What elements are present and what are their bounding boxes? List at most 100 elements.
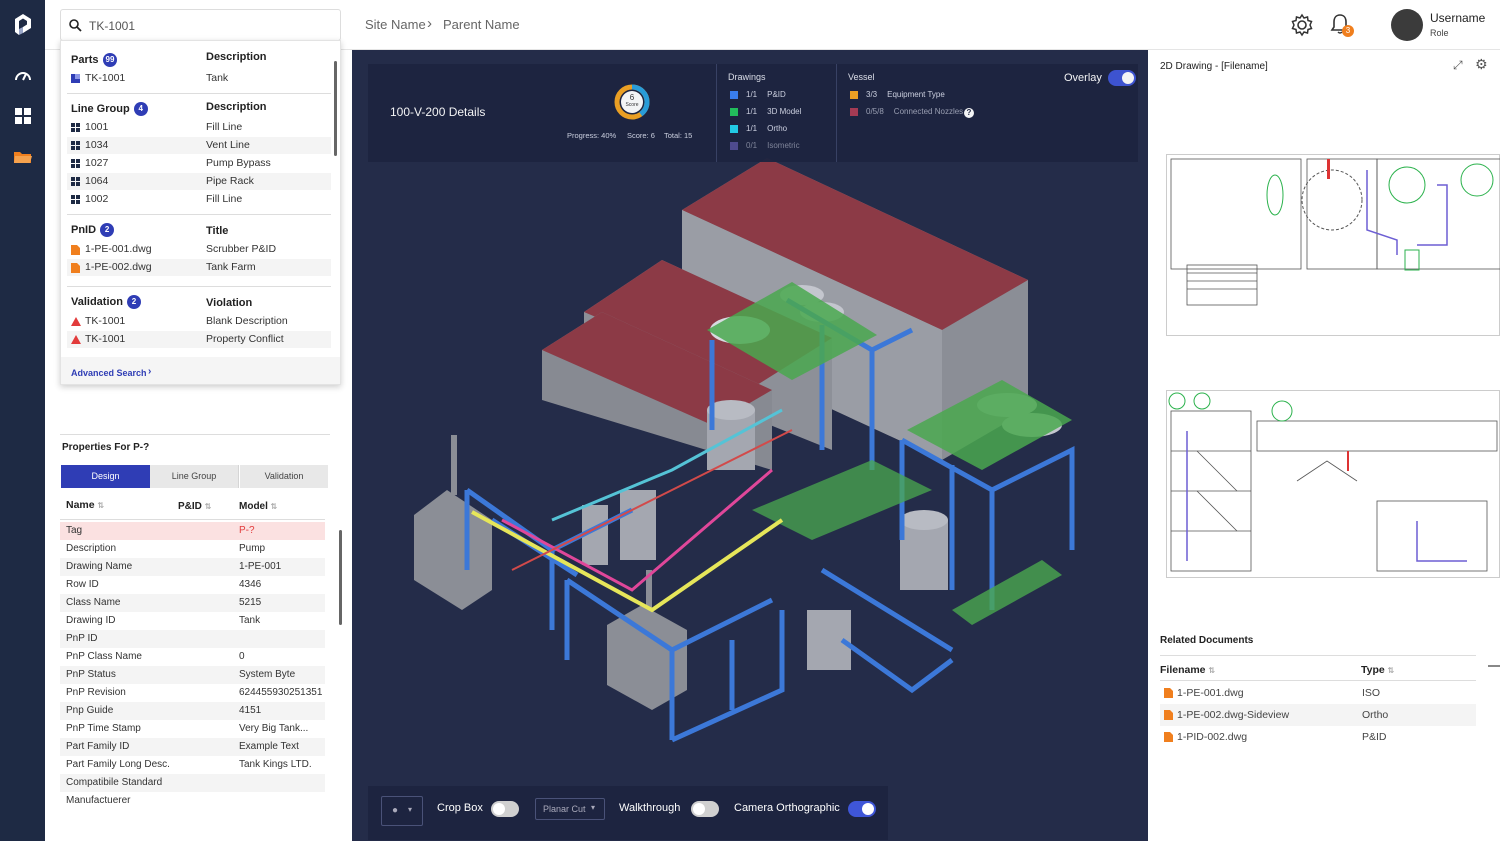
walkthrough-toggle[interactable] [691, 801, 719, 817]
notifications-bell-icon[interactable]: 3 [1330, 13, 1356, 39]
validation-result-row[interactable]: TK-1001 Property Conflict [67, 331, 331, 348]
property-row[interactable]: PnP ID [60, 630, 325, 648]
breadcrumb-chevron-icon: › [427, 15, 432, 32]
column-filename-header[interactable]: Filename ⇅ [1160, 664, 1215, 676]
user-role: Role [1430, 28, 1449, 38]
parts-result-row[interactable]: TK-1001 Tank [67, 70, 331, 87]
line-group-grid-icon [71, 177, 80, 186]
details-divider [716, 64, 717, 162]
line-group-grid-icon [71, 195, 80, 204]
property-row[interactable]: Drawing Name 1-PE-001 [60, 558, 325, 576]
legend-swatch [850, 107, 858, 116]
property-name: Pnp Guide [66, 705, 114, 716]
caret-down-icon: ▾ [408, 805, 413, 814]
property-row[interactable]: PnP Revision 624455930251351 [60, 684, 325, 702]
property-row[interactable]: Row ID 4346 [60, 576, 325, 594]
breadcrumb-parent[interactable]: Parent Name [443, 17, 520, 32]
drawing-thumbnail-1[interactable] [1166, 154, 1500, 336]
related-document-row[interactable]: 1-PID-002.dwg P&ID [1160, 726, 1476, 748]
drawing-legend-row[interactable]: 0/1 Isometric [730, 141, 800, 150]
search-scrollbar[interactable] [334, 61, 337, 156]
property-row[interactable]: PnP Time Stamp Very Big Tank... [60, 720, 325, 738]
folder-icon[interactable] [12, 146, 34, 168]
line-group-result-row[interactable]: 1001 Fill Line [67, 119, 331, 136]
property-model-value: Pump [239, 543, 266, 554]
drawing-legend-row[interactable]: 1/1 P&ID [730, 90, 786, 99]
plant-3d-model[interactable] [352, 50, 1148, 841]
progress-text: Progress: 40% [567, 131, 617, 140]
line-group-result-row[interactable]: 1034 Vent Line [67, 137, 331, 154]
sort-icon: ⇅ [1208, 666, 1216, 675]
overlay-toggle[interactable] [1108, 70, 1136, 86]
column-model-header[interactable]: Model ⇅ [239, 501, 277, 512]
panel-resize-handle[interactable] [1488, 665, 1500, 667]
vessel-legend-row[interactable]: 3/3 Equipment Type [850, 90, 945, 99]
column-pid-header[interactable]: P&ID ⇅ [178, 501, 211, 512]
pnid-section-title: PnID 2 [71, 223, 115, 237]
property-row[interactable]: Description Pump [60, 540, 325, 558]
property-row[interactable]: Compatibile Standard [60, 774, 325, 792]
document-type: ISO [1362, 687, 1381, 699]
drawing-sketch-1 [1170, 158, 1500, 306]
related-divider [1160, 655, 1476, 656]
drawing-legend-row[interactable]: 1/1 3D Model [730, 107, 801, 116]
property-name: Part Family Long Desc. [66, 759, 170, 770]
legend-swatch [730, 141, 738, 150]
property-model-value: 1-PE-001 [239, 561, 282, 572]
drawing-thumbnail-2[interactable] [1166, 390, 1500, 578]
validation-result-row[interactable]: TK-1001 Blank Description [67, 313, 331, 330]
property-name: Description [66, 543, 117, 554]
3d-viewer[interactable] [352, 50, 1148, 841]
property-model-value: System Byte [239, 669, 296, 680]
property-model-value: Tank Kings LTD. [239, 759, 312, 770]
help-info-icon[interactable]: ? [964, 108, 974, 118]
user-avatar[interactable] [1391, 9, 1423, 41]
search-field[interactable]: TK-1001 [60, 9, 341, 41]
tab-design[interactable]: Design [61, 465, 150, 488]
planar-cut-dropdown[interactable]: Planar Cut ▾ [535, 798, 605, 820]
line-group-result-row[interactable]: 1002 Fill Line [67, 191, 331, 208]
property-name: PnP Status [66, 669, 116, 680]
camera-orthographic-toggle[interactable] [848, 801, 876, 817]
legend-swatch [850, 90, 858, 99]
property-name: Manufactuerer [66, 795, 131, 806]
crop-box-toggle[interactable] [491, 801, 519, 817]
marker-dropdown[interactable]: ● ▾ [381, 796, 423, 826]
pnid-result-row[interactable]: 1-PE-001.dwg Scrubber P&ID [67, 241, 331, 258]
dashboard-gauge-icon[interactable] [12, 64, 34, 86]
pnid-result-row[interactable]: 1-PE-002.dwg Tank Farm [67, 259, 331, 276]
breadcrumb-site[interactable]: Site Name [365, 17, 426, 32]
property-row[interactable]: PnP Class Name 0 [60, 648, 325, 666]
property-row[interactable]: Tag P-? [60, 522, 325, 540]
property-model-value: Tank [239, 615, 261, 626]
advanced-search-link[interactable]: Advanced Search [71, 368, 147, 378]
tab-validation[interactable]: Validation [240, 465, 328, 488]
settings-gear-icon[interactable]: ⚙ [1475, 56, 1488, 73]
user-name[interactable]: Username [1430, 11, 1485, 25]
related-document-row[interactable]: 1-PE-002.dwg-Sideview Ortho [1160, 704, 1476, 726]
property-row[interactable]: Part Family ID Example Text [60, 738, 325, 756]
app-logo-icon[interactable] [12, 14, 34, 36]
column-name-header[interactable]: Name ⇅ [66, 499, 104, 511]
grid-apps-icon[interactable] [12, 105, 34, 127]
drawing-legend-row[interactable]: 1/1 Ortho [730, 124, 787, 133]
property-row[interactable]: Pnp Guide 4151 [60, 702, 325, 720]
line-group-result-row[interactable]: 1027 Pump Bypass [67, 155, 331, 172]
vessel-legend-row[interactable]: 0/5/8 Connected Nozzles [850, 107, 963, 116]
property-row[interactable]: Class Name 5215 [60, 594, 325, 612]
property-row[interactable]: Part Family Long Desc. Tank Kings LTD. [60, 756, 325, 774]
settings-gear-icon[interactable] [1290, 13, 1314, 42]
properties-scrollbar[interactable] [339, 530, 342, 625]
property-model-value: 5215 [239, 597, 262, 608]
property-row[interactable]: Manufactuerer [60, 792, 325, 810]
expand-icon[interactable]: ⤢ [1453, 58, 1463, 73]
score-ring: 6 Score [613, 83, 651, 121]
legend-swatch [730, 90, 738, 99]
search-input[interactable]: TK-1001 [89, 19, 135, 33]
line-group-result-row[interactable]: 1064 Pipe Rack [67, 173, 331, 190]
property-row[interactable]: PnP Status System Byte [60, 666, 325, 684]
column-type-header[interactable]: Type ⇅ [1361, 664, 1394, 676]
tab-line-group[interactable]: Line Group [150, 465, 239, 488]
property-row[interactable]: Drawing ID Tank [60, 612, 325, 630]
related-document-row[interactable]: 1-PE-001.dwg ISO [1160, 682, 1476, 704]
